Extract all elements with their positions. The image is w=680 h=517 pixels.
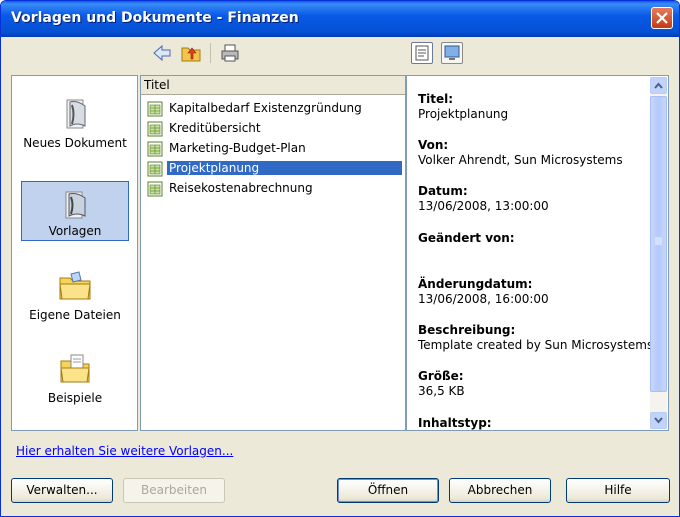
list-item-label: Reisekostenabrechnung bbox=[169, 181, 313, 195]
scroll-down-button[interactable] bbox=[650, 412, 667, 429]
property-description: Beschreibung: Template created by Sun Mi… bbox=[418, 323, 653, 352]
property-date: Datum: 13/06/2008, 13:00:00 bbox=[418, 184, 549, 213]
category-label: Vorlagen bbox=[48, 224, 102, 238]
arrow-left-icon bbox=[153, 44, 171, 62]
dialog-window: Vorlagen und Dokumente - Finanzen Neues … bbox=[0, 0, 680, 517]
property-content-type: Inhaltstyp: bbox=[418, 416, 492, 430]
property-size: Größe: 36,5 KB bbox=[418, 369, 465, 398]
scroll-thumb[interactable] bbox=[650, 96, 667, 392]
open-button[interactable]: Öffnen bbox=[337, 478, 439, 503]
property-label: Titel: bbox=[418, 92, 454, 106]
list-item[interactable]: Reisekostenabrechnung bbox=[147, 180, 402, 198]
close-icon bbox=[656, 12, 668, 24]
document-properties-panel: Titel: Projektplanung Von: Volker Ahrend… bbox=[406, 75, 669, 431]
folder-up-icon bbox=[181, 47, 201, 62]
list-item[interactable]: Kreditübersicht bbox=[147, 120, 402, 138]
property-value: 13/06/2008, 13:00:00 bbox=[418, 199, 549, 213]
grip-icon bbox=[655, 237, 662, 245]
edit-button[interactable]: Bearbeiten bbox=[123, 478, 225, 503]
spreadsheet-template-icon bbox=[147, 161, 163, 177]
category-samples[interactable]: Beispiele bbox=[21, 347, 129, 407]
category-my-files[interactable]: Eigene Dateien bbox=[21, 264, 129, 324]
more-templates-link[interactable]: Hier erhalten Sie weitere Vorlagen... bbox=[16, 444, 233, 458]
spreadsheet-template-icon bbox=[147, 141, 163, 157]
cancel-button[interactable]: Abbrechen bbox=[449, 478, 551, 503]
property-modified-by: Geändert von: bbox=[418, 231, 515, 246]
property-value: Volker Ahrendt, Sun Microsystems bbox=[418, 153, 623, 167]
category-label: Eigene Dateien bbox=[29, 308, 121, 322]
property-label: Datum: bbox=[418, 184, 468, 198]
help-button[interactable]: Hilfe bbox=[566, 478, 670, 503]
new-document-icon bbox=[66, 99, 86, 129]
window-title: Vorlagen und Dokumente - Finanzen bbox=[11, 10, 299, 26]
column-header-title[interactable]: Titel bbox=[141, 76, 405, 95]
list-item-label: Kapitalbedarf Existenzgründung bbox=[169, 101, 362, 115]
property-label: Geändert von: bbox=[418, 231, 515, 245]
property-value: Template created by Sun Microsystems bbox=[418, 338, 654, 352]
category-label: Neues Dokument bbox=[23, 136, 127, 150]
list-item-label: Marketing-Budget-Plan bbox=[169, 141, 306, 155]
printer-icon bbox=[221, 44, 239, 62]
property-label: Größe: bbox=[418, 369, 464, 383]
templates-icon bbox=[65, 191, 86, 219]
document-properties-view-button[interactable] bbox=[411, 42, 433, 64]
column-header-label: Titel bbox=[144, 78, 170, 92]
chevron-up-icon bbox=[654, 82, 663, 89]
property-value: Projektplanung bbox=[418, 107, 509, 121]
template-list-panel: Titel Kapitalbedarf Existenzgründung Kre… bbox=[140, 75, 406, 431]
property-title: Titel: Projektplanung bbox=[418, 92, 508, 121]
category-label: Beispiele bbox=[47, 391, 103, 405]
list-item-label: Kreditübersicht bbox=[169, 121, 261, 135]
preview-icon bbox=[444, 45, 460, 60]
folder-icon bbox=[59, 271, 91, 300]
property-label: Von: bbox=[418, 138, 449, 152]
document-properties-icon bbox=[415, 45, 429, 61]
title-bar[interactable]: Vorlagen und Dokumente - Finanzen bbox=[1, 1, 679, 37]
category-templates[interactable]: Vorlagen bbox=[21, 181, 129, 241]
property-modified-date: Änderungdatum: 13/06/2008, 16:00:00 bbox=[418, 277, 549, 306]
property-value: 13/06/2008, 16:00:00 bbox=[418, 292, 549, 306]
spreadsheet-template-icon bbox=[147, 181, 163, 197]
vertical-scrollbar[interactable] bbox=[650, 77, 667, 429]
property-author: Von: Volker Ahrendt, Sun Microsystems bbox=[418, 138, 623, 167]
samples-folder-icon bbox=[60, 354, 90, 383]
list-item-label: Projektplanung bbox=[167, 161, 402, 175]
list-item[interactable]: Marketing-Budget-Plan bbox=[147, 140, 402, 158]
property-value: 36,5 KB bbox=[418, 384, 465, 398]
up-folder-button[interactable] bbox=[180, 42, 202, 64]
spreadsheet-template-icon bbox=[147, 101, 163, 117]
property-label: Änderungdatum: bbox=[418, 277, 533, 291]
category-panel: Neues Dokument Vorlagen Eigene Dateien B… bbox=[11, 75, 138, 431]
close-button[interactable] bbox=[651, 7, 673, 29]
print-button[interactable] bbox=[219, 42, 241, 64]
back-button[interactable] bbox=[151, 42, 173, 64]
category-new-document[interactable]: Neues Dokument bbox=[21, 92, 129, 152]
chevron-down-icon bbox=[654, 417, 663, 424]
spreadsheet-template-icon bbox=[147, 121, 163, 137]
list-item-selected[interactable]: Projektplanung bbox=[147, 160, 402, 178]
preview-view-button[interactable] bbox=[441, 42, 463, 64]
property-label: Inhaltstyp: bbox=[418, 416, 492, 430]
scroll-up-button[interactable] bbox=[650, 77, 667, 94]
property-label: Beschreibung: bbox=[418, 323, 516, 337]
list-item[interactable]: Kapitalbedarf Existenzgründung bbox=[147, 100, 402, 118]
toolbar-separator bbox=[210, 43, 211, 63]
manage-button[interactable]: Verwalten... bbox=[11, 478, 113, 503]
